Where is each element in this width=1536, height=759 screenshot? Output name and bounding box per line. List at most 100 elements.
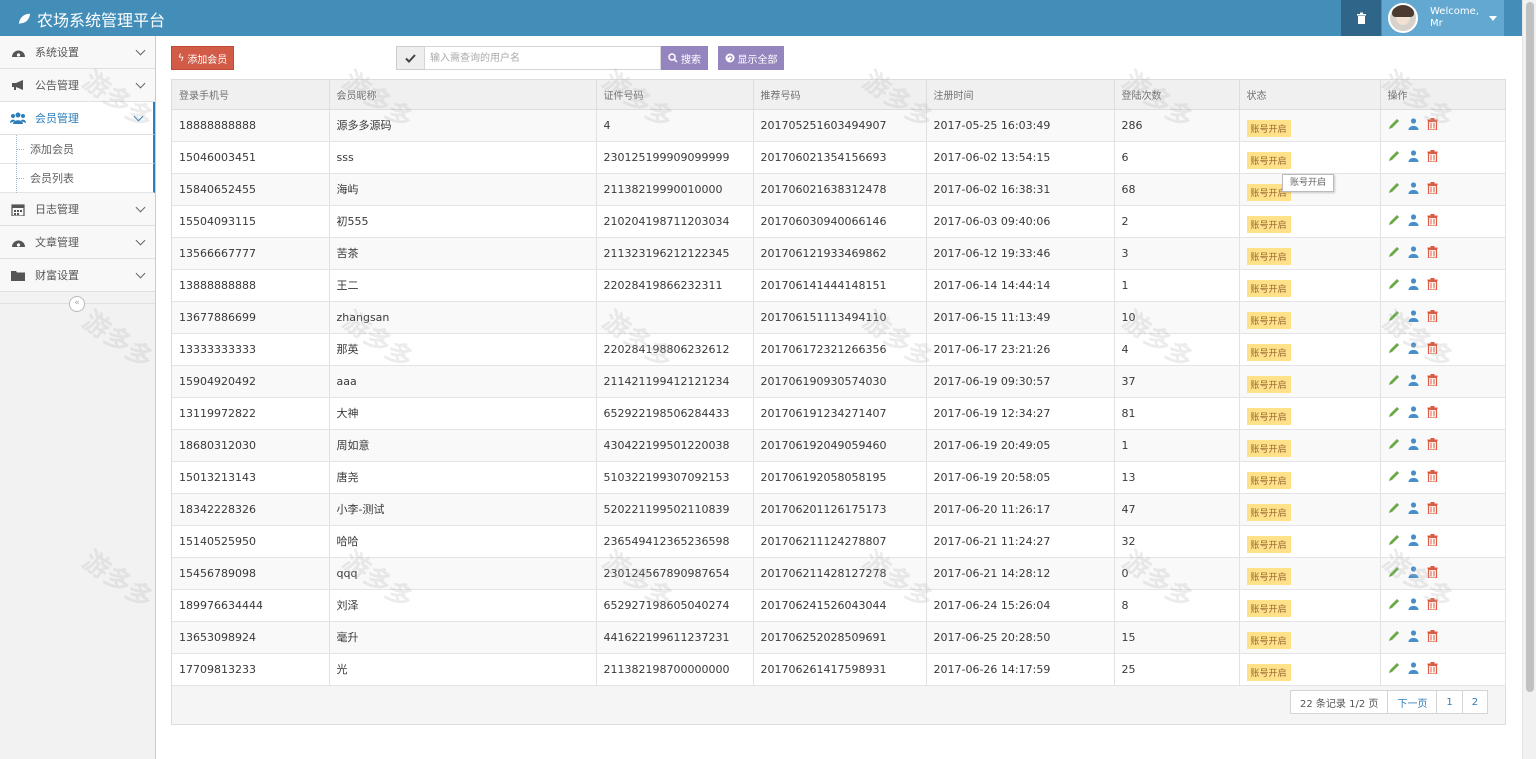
user-icon[interactable] [1408,149,1419,165]
status-cell: 账号开启 [1239,269,1381,302]
sidebar-item-articles[interactable]: 文章管理 [0,226,155,259]
search-input[interactable] [424,46,661,70]
edit-icon[interactable] [1388,182,1400,197]
user-icon[interactable] [1408,565,1419,581]
edit-icon[interactable] [1388,598,1400,613]
scrollbar-thumb[interactable] [1526,2,1534,692]
actions-cell [1380,429,1506,462]
trash-icon[interactable] [1427,469,1438,485]
edit-icon[interactable] [1388,502,1400,517]
user-icon[interactable] [1408,629,1419,645]
edit-icon[interactable] [1388,662,1400,677]
table-row: 18680312030 周如意 430422199501220038 20170619… [172,429,1506,462]
add-member-button[interactable]: ϟ 添加会员 [171,46,234,70]
trash-icon[interactable] [1427,565,1438,581]
edit-icon[interactable] [1388,278,1400,293]
table-cell: sss [329,141,597,174]
user-icon[interactable] [1408,437,1419,453]
user-icon[interactable] [1408,597,1419,613]
pagination-page-2[interactable]: 2 [1463,691,1487,713]
sidebar-item-announcements[interactable]: 公告管理 [0,69,155,102]
sidebar-item-logs[interactable]: 日志管理 [0,193,155,226]
trash-icon[interactable] [1427,245,1438,261]
actions-cell [1380,621,1506,654]
column-header: 推荐号码 [753,80,927,110]
edit-icon[interactable] [1388,150,1400,165]
status-cell: 账号开启 [1239,461,1381,494]
user-icon[interactable] [1408,213,1419,229]
app-title: 农场系统管理平台 [37,11,166,30]
sidebar-item-system-settings[interactable]: 系统设置 [0,36,155,69]
trash-icon[interactable] [1427,597,1438,613]
search-icon [668,53,678,63]
table-cell: 2017-06-19 20:58:05 [926,461,1115,494]
status-cell: 账号开启 [1239,141,1381,174]
status-badge: 账号开启 [1246,567,1291,585]
brand[interactable]: 农场系统管理平台 [17,7,165,31]
sidebar-subitem-member-list[interactable]: 会员列表 [0,164,155,193]
trash-icon[interactable] [1427,181,1438,197]
sidebar-item-members[interactable]: 会员管理 [0,102,155,135]
edit-icon[interactable] [1388,310,1400,325]
edit-icon[interactable] [1388,630,1400,645]
edit-icon[interactable] [1388,534,1400,549]
sidebar-collapse-button[interactable]: « [69,296,85,312]
user-icon[interactable] [1408,469,1419,485]
trash-icon[interactable] [1427,533,1438,549]
user-icon[interactable] [1408,117,1419,133]
pagination-next[interactable]: 下一页 [1388,691,1438,713]
table-row: 15140525950 哈哈 236549412365236598 201706211… [172,525,1506,558]
table-cell: 源多多源码 [329,109,597,142]
pagination-page-1[interactable]: 1 [1437,691,1463,713]
user-icon[interactable] [1408,309,1419,325]
trash-icon[interactable] [1427,405,1438,421]
show-all-button[interactable]: 显示全部 [718,46,784,70]
user-icon[interactable] [1408,341,1419,357]
trash-icon[interactable] [1427,213,1438,229]
user-icon[interactable] [1408,405,1419,421]
edit-icon[interactable] [1388,406,1400,421]
user-icon[interactable] [1408,245,1419,261]
trash-icon[interactable] [1427,629,1438,645]
user-icon[interactable] [1408,661,1419,677]
trash-icon[interactable] [1427,437,1438,453]
table-cell: 201706261417598931 [753,653,927,686]
trash-icon[interactable] [1427,149,1438,165]
user-icon[interactable] [1408,277,1419,293]
trash-icon[interactable] [1427,277,1438,293]
edit-icon[interactable] [1388,342,1400,357]
edit-icon[interactable] [1388,214,1400,229]
table-cell: 32 [1114,525,1240,558]
sidebar-subitem-add-member[interactable]: 添加会员 [0,135,155,164]
edit-icon[interactable] [1388,566,1400,581]
user-icon[interactable] [1408,533,1419,549]
table-cell: 2017-06-20 11:26:17 [926,493,1115,526]
status-cell: 账号开启 [1239,429,1381,462]
row-actions [1388,629,1505,645]
trash-icon[interactable] [1427,341,1438,357]
edit-icon[interactable] [1388,246,1400,261]
search-button[interactable]: 搜索 [661,46,708,70]
sidebar-subitem-label: 会员列表 [30,172,74,185]
edit-icon[interactable] [1388,438,1400,453]
status-cell: 账号开启 [1239,237,1381,270]
trash-button[interactable] [1341,0,1381,36]
user-menu[interactable]: Welcome, Mr [1382,0,1504,36]
trash-icon[interactable] [1427,309,1438,325]
sidebar-item-wealth-settings[interactable]: 财富设置 [0,259,155,292]
table-cell: 230124567890987654 [596,557,754,590]
chevron-down-icon [135,235,146,246]
trash-icon[interactable] [1427,373,1438,389]
page-scrollbar[interactable] [1522,0,1536,759]
user-icon[interactable] [1408,501,1419,517]
trash-icon[interactable] [1427,501,1438,517]
trash-icon[interactable] [1427,117,1438,133]
actions-cell [1380,173,1506,206]
user-icon[interactable] [1408,373,1419,389]
check-addon [396,46,425,70]
edit-icon[interactable] [1388,470,1400,485]
edit-icon[interactable] [1388,374,1400,389]
user-icon[interactable] [1408,181,1419,197]
edit-icon[interactable] [1388,118,1400,133]
trash-icon[interactable] [1427,661,1438,677]
